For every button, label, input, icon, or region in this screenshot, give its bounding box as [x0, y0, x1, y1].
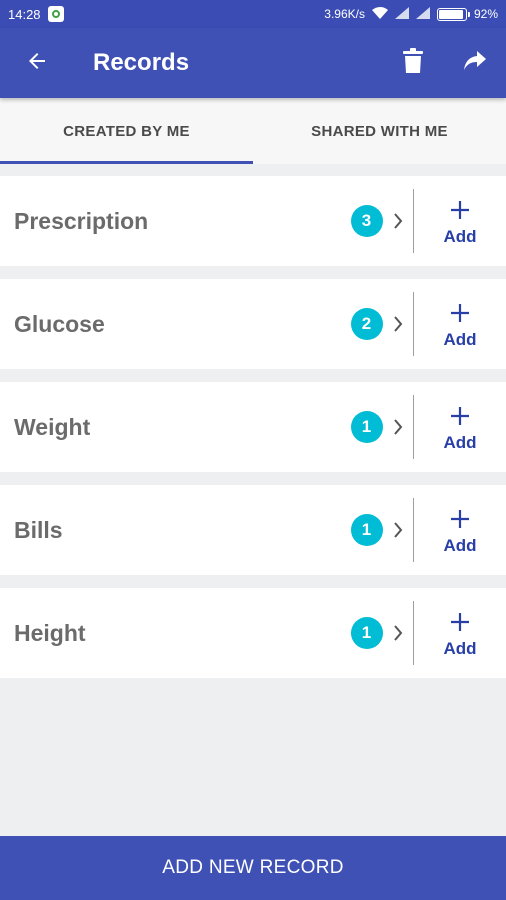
- record-open-prescription[interactable]: Prescription 3: [0, 176, 413, 266]
- add-weight-button[interactable]: Add: [414, 382, 506, 472]
- add-prescription-button[interactable]: Add: [414, 176, 506, 266]
- record-label: Weight: [14, 413, 91, 440]
- record-open-weight[interactable]: Weight 1: [0, 382, 413, 472]
- record-open-glucose[interactable]: Glucose 2: [0, 279, 413, 369]
- delete-button[interactable]: [382, 28, 444, 98]
- app-bar: Records: [0, 28, 506, 98]
- record-label: Height: [14, 619, 86, 646]
- add-height-button[interactable]: Add: [414, 588, 506, 678]
- back-button[interactable]: [0, 28, 74, 98]
- share-button[interactable]: [444, 28, 506, 98]
- count-badge: 1: [350, 514, 383, 546]
- signal-icon: [394, 6, 409, 22]
- back-arrow-icon: [25, 49, 49, 78]
- tab-created-by-me[interactable]: CREATED BY ME: [0, 98, 253, 164]
- record-open-bills[interactable]: Bills 1: [0, 485, 413, 575]
- delete-icon: [402, 47, 424, 79]
- chevron-right-icon: [393, 213, 403, 229]
- add-label: Add: [443, 330, 477, 349]
- page-title: Records: [93, 49, 190, 76]
- add-new-record-button[interactable]: ADD NEW RECORD: [0, 836, 506, 900]
- record-row-glucose: Glucose 2 Add: [0, 279, 506, 369]
- battery-percent: 92%: [473, 7, 498, 21]
- plus-icon: [450, 607, 470, 637]
- tab-shared-with-me[interactable]: SHARED WITH ME: [253, 98, 506, 164]
- chevron-right-icon: [393, 625, 403, 641]
- add-label: Add: [443, 227, 477, 246]
- status-bar: 14:28 3.96K/s 92%: [0, 0, 506, 28]
- chevron-right-icon: [393, 419, 403, 435]
- plus-icon: [450, 504, 470, 534]
- record-label: Prescription: [14, 207, 149, 234]
- status-time: 14:28: [8, 6, 41, 22]
- plus-icon: [450, 195, 470, 225]
- record-row-bills: Bills 1 Add: [0, 485, 506, 575]
- network-speed: 3.96K/s: [324, 7, 365, 21]
- plus-icon: [450, 298, 470, 328]
- count-badge: 1: [350, 617, 383, 649]
- chevron-right-icon: [393, 522, 403, 538]
- app-notification-icon: [47, 6, 64, 22]
- record-row-weight: Weight 1 Add: [0, 382, 506, 472]
- plus-icon: [450, 401, 470, 431]
- battery-icon: [436, 7, 470, 21]
- count-badge: 2: [350, 308, 383, 340]
- count-badge: 3: [350, 205, 383, 237]
- chevron-right-icon: [393, 316, 403, 332]
- add-glucose-button[interactable]: Add: [414, 279, 506, 369]
- record-row-height: Height 1 Add: [0, 588, 506, 678]
- share-icon: [463, 50, 487, 77]
- add-label: Add: [443, 433, 477, 452]
- add-bills-button[interactable]: Add: [414, 485, 506, 575]
- add-label: Add: [443, 639, 477, 658]
- record-label: Glucose: [14, 310, 105, 337]
- record-list: Prescription 3 Add Glucose 2 Add Weight …: [0, 176, 506, 691]
- record-open-height[interactable]: Height 1: [0, 588, 413, 678]
- tab-bar: CREATED BY ME SHARED WITH ME: [0, 98, 506, 164]
- record-label: Bills: [14, 516, 63, 543]
- record-row-prescription: Prescription 3 Add: [0, 176, 506, 266]
- wifi-icon: [371, 6, 388, 22]
- add-label: Add: [443, 536, 477, 555]
- count-badge: 1: [350, 411, 383, 443]
- signal-icon: [415, 6, 430, 22]
